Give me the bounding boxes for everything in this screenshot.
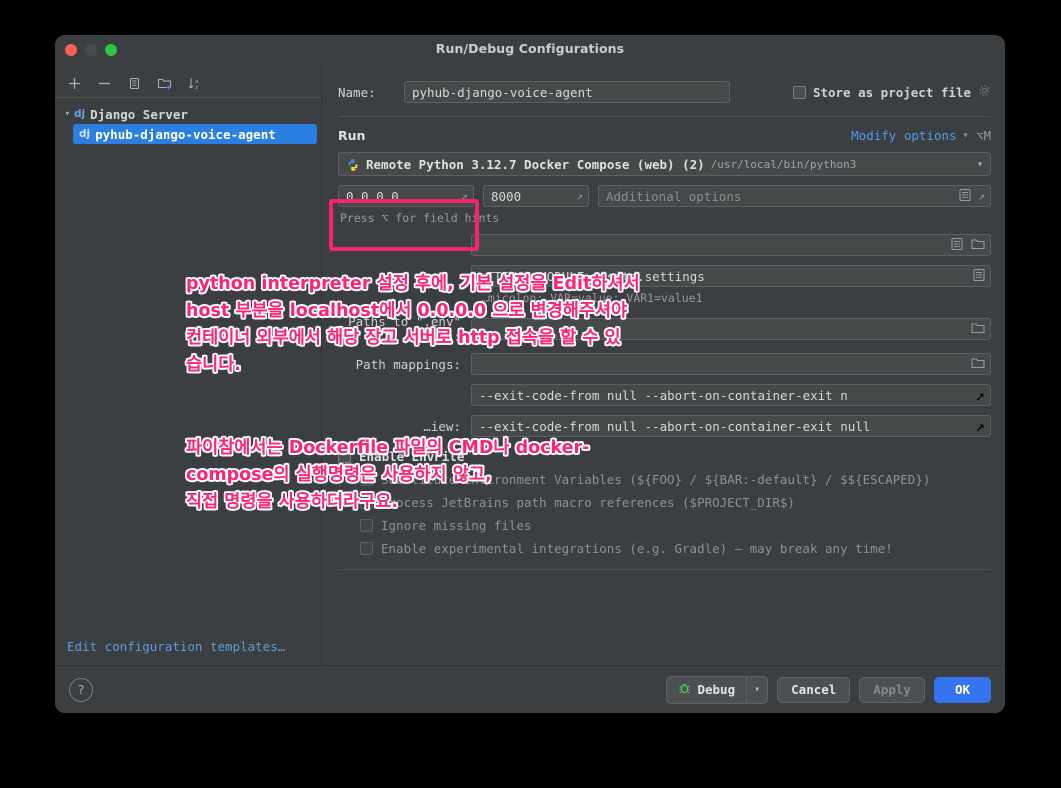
cancel-button[interactable]: Cancel [777,676,851,703]
folder-icon[interactable] [971,236,985,255]
expand-icon[interactable]: ↗ [978,190,985,203]
store-as-project-file-checkbox[interactable] [792,85,806,99]
debug-bug-icon [678,682,691,698]
host-field-wrap: 0.0.0.0 ↗ [338,185,474,207]
list-icon[interactable] [973,267,985,286]
copy-icon[interactable] [126,75,143,92]
window-titlebar: Run/Debug Configurations [55,35,1005,66]
chevron-down-icon[interactable]: ▾ [963,130,969,141]
obscured-label-1 [338,238,471,253]
new-folder-icon[interactable] [156,75,173,92]
debug-dropdown-arrow[interactable]: ▾ [746,676,767,703]
obscured-row-1 [338,234,991,256]
compose-command-label [338,388,471,403]
divider [338,116,991,117]
folder-icon[interactable] [971,355,985,374]
gear-icon[interactable] [978,84,991,100]
edit-configuration-templates-link[interactable]: Edit configuration templates… [67,639,285,654]
dialog-footer: ? Debug ▾ Cancel Apply OK [55,665,1005,713]
experimental-integrations-label: Enable experimental integrations (e.g. G… [381,541,893,556]
compose-preview-input[interactable]: --exit-code-from null --abort-on-contain… [471,415,991,437]
debug-button-main[interactable]: Debug [667,677,746,703]
annotation-note-2: 파이참에서는 Dockerfile 파일의 CMD나 docker- compo… [186,438,590,512]
port-field-wrap: 8000 ↗ [483,185,589,207]
help-button[interactable]: ? [69,677,93,702]
expand-icon[interactable]: ↗ [461,190,468,203]
debug-button-label: Debug [697,682,736,697]
expand-icon[interactable]: ↗ [975,417,985,436]
debug-button[interactable]: Debug ▾ [666,675,769,704]
envfile-option-experimental[interactable]: Enable experimental integrations (e.g. G… [360,541,991,556]
footer-buttons: Debug ▾ Cancel Apply OK [666,675,991,704]
svg-text:z: z [195,85,198,91]
chevron-down-icon[interactable]: ▾ [977,159,983,170]
obscured-field-1[interactable] [471,234,991,256]
ignore-missing-files-checkbox[interactable] [360,519,373,532]
name-label: Name: [338,84,376,100]
interpreter-path: /usr/local/bin/python3 [710,157,857,171]
tree-group-label: Django Server [90,106,188,122]
name-row: Name: pyhub-django-voice-agent Store as … [338,81,991,103]
django-badge-icon: dj [74,108,86,120]
additional-options-wrap: Additional options ↗ [598,185,991,207]
compose-preview-field[interactable]: --exit-code-from null --abort-on-contain… [471,415,991,437]
interpreter-name: Remote Python 3.12.7 Docker Compose (web… [366,156,705,172]
compose-command-field[interactable]: --exit-code-from null --abort-on-contain… [471,384,991,406]
store-as-project-file-label: Store as project file [812,84,971,100]
store-as-project-file-row[interactable]: Store as project file [792,84,991,100]
configurations-tree: ▾ dj Django Server dj pyhub-django-voice… [55,98,321,665]
sort-icon[interactable]: az [186,75,203,92]
field-hint: Press ⌥ for field hints [340,211,500,225]
modify-options-link[interactable]: Modify options [851,128,956,143]
tree-group-django-server[interactable]: ▾ dj Django Server [55,104,321,124]
python-interpreter-select[interactable]: Remote Python 3.12.7 Docker Compose (web… [338,152,991,176]
compose-preview-label: …iew: [423,418,461,434]
expand-icon[interactable]: ↗ [576,190,583,203]
modify-options-group[interactable]: Modify options ▾ ⌥M [851,128,991,143]
remove-icon[interactable] [96,75,113,92]
run-section-header: Run Modify options ▾ ⌥M [338,128,991,143]
ok-button[interactable]: OK [933,676,991,703]
add-icon[interactable] [66,75,83,92]
annotation-note-1: python interpreter 설정 후에, 기본 설정을 Edit하셔서… [186,274,640,375]
apply-button: Apply [859,676,925,703]
ignore-missing-files-label: Ignore missing files [381,518,532,533]
host-input[interactable]: 0.0.0.0 [338,185,474,207]
python-docker-icon [346,157,360,171]
run-section-title: Run [338,128,366,143]
envfile-option-ignore-missing[interactable]: Ignore missing files [360,518,991,533]
list-icon[interactable] [959,187,971,206]
name-input[interactable]: pyhub-django-voice-agent [404,81,730,103]
folder-icon[interactable] [971,320,985,339]
list-icon[interactable] [951,236,963,255]
experimental-integrations-checkbox[interactable] [360,542,373,555]
django-badge-icon: dj [79,128,91,140]
additional-options-input[interactable]: Additional options [598,185,991,207]
window-title: Run/Debug Configurations [435,41,625,56]
compose-preview-row: …iew: --exit-code-from null --abort-on-c… [338,415,991,437]
sidebar-toolbar: az [55,65,321,98]
tree-item-label: pyhub-django-voice-agent [95,126,276,142]
modify-options-shortcut: ⌥M [976,128,991,143]
compose-command-input[interactable]: --exit-code-from null --abort-on-contain… [471,384,991,406]
tree-item-pyhub-django-voice-agent[interactable]: dj pyhub-django-voice-agent [73,124,317,144]
host-port-options-row: 0.0.0.0 ↗ 8000 ↗ Additional options ↗ [338,185,991,207]
expand-icon[interactable]: ↗ [975,386,985,405]
port-input[interactable]: 8000 [483,185,589,207]
chevron-down-icon[interactable]: ▾ [61,109,74,119]
divider [338,569,991,570]
additional-options-icons: ↗ [959,187,985,206]
compose-command-row: --exit-code-from null --abort-on-contain… [338,384,991,406]
